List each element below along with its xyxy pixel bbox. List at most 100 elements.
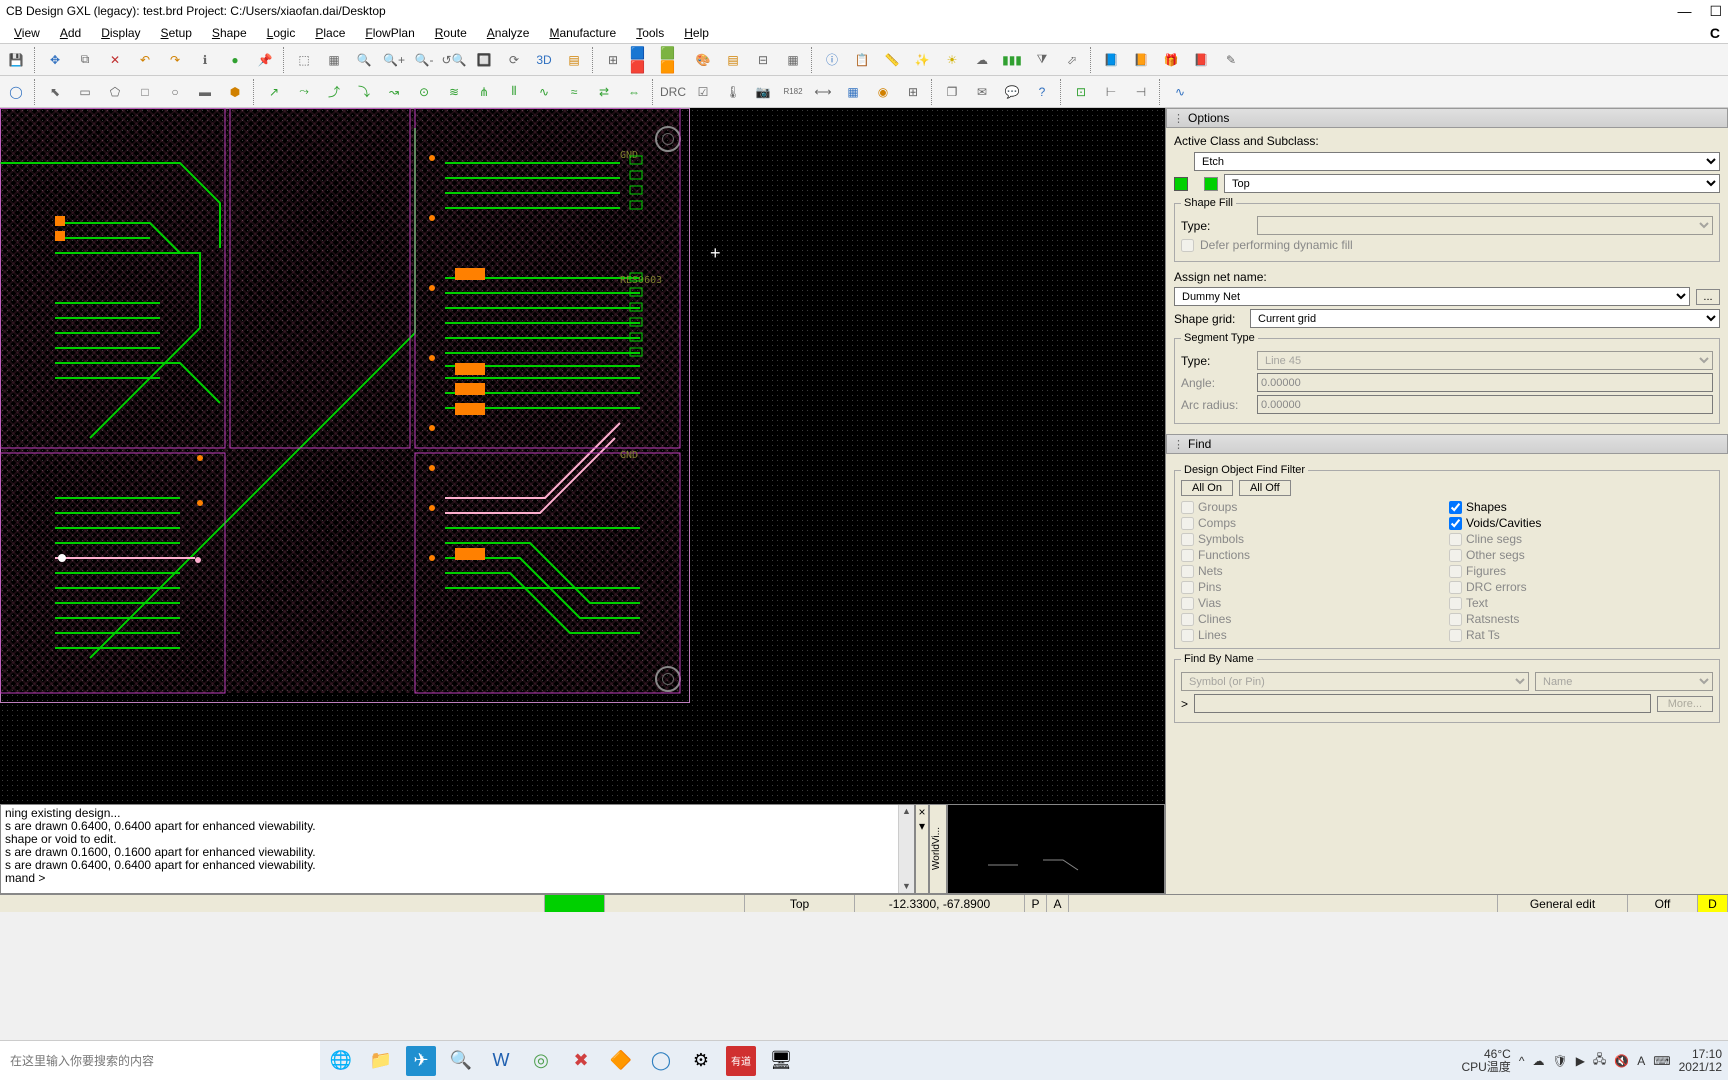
taskbar-browser-icon[interactable]: ◎ — [526, 1046, 556, 1076]
camera-icon[interactable]: 📷 — [749, 78, 777, 106]
options-panel-header[interactable]: Options — [1166, 108, 1728, 128]
taskbar-edge-icon[interactable]: 🌐 — [326, 1046, 356, 1076]
menu-flowplan[interactable]: FlowPlan — [355, 24, 424, 42]
subclass-color-swatch-2[interactable] — [1204, 177, 1218, 191]
zoom-in-icon[interactable]: 🔍+ — [380, 46, 408, 74]
windows-search-input[interactable]: 在这里输入你要搜索的内容 — [0, 1040, 320, 1080]
find-voids-checkbox[interactable] — [1449, 517, 1462, 530]
console-scrollbar[interactable] — [898, 805, 914, 893]
taskbar-search-icon[interactable]: 🔍 — [446, 1046, 476, 1076]
zoom-window-icon[interactable]: ⬚ — [290, 46, 318, 74]
cursor-icon[interactable]: ⬀ — [1058, 46, 1086, 74]
window-icon[interactable]: ❐ — [938, 78, 966, 106]
taskbar-app3-icon[interactable]: 🔶 — [606, 1046, 636, 1076]
menu-display[interactable]: Display — [91, 24, 150, 42]
mail-icon[interactable]: ✉ — [968, 78, 996, 106]
tray-app-icon[interactable]: ▶ — [1576, 1054, 1585, 1068]
view-3d-icon[interactable]: 3D — [530, 46, 558, 74]
route4-icon[interactable]: ⤵ — [350, 78, 378, 106]
diff-icon[interactable]: ≋ — [440, 78, 468, 106]
grid-icon[interactable]: ⊞ — [599, 46, 627, 74]
zoom-fit-icon[interactable]: ▦ — [320, 46, 348, 74]
circle2-icon[interactable]: ○ — [161, 78, 189, 106]
light-icon[interactable]: ☀ — [938, 46, 966, 74]
menu-help[interactable]: Help — [674, 24, 719, 42]
route5-icon[interactable]: ↝ — [380, 78, 408, 106]
taskbar-app1-icon[interactable]: ✈ — [406, 1046, 436, 1076]
tray-volume-icon[interactable]: 🔇 — [1614, 1054, 1629, 1068]
snap1-icon[interactable]: ⊢ — [1097, 78, 1125, 106]
tray-onedrive-icon[interactable]: ☁ — [1532, 1054, 1544, 1068]
book3-icon[interactable]: 📕 — [1187, 46, 1215, 74]
taskbar-explorer-icon[interactable]: 📁 — [366, 1046, 396, 1076]
shape-circle-icon[interactable]: ◯ — [2, 78, 30, 106]
menu-view[interactable]: View — [4, 24, 50, 42]
menu-setup[interactable]: Setup — [151, 24, 202, 42]
menu-shape[interactable]: Shape — [202, 24, 257, 42]
help-icon[interactable]: ? — [1028, 78, 1056, 106]
square-icon[interactable]: □ — [131, 78, 159, 106]
cm-icon[interactable]: ▦ — [779, 46, 807, 74]
move-icon[interactable]: ✥ — [41, 46, 69, 74]
pcb-canvas[interactable]: + — [0, 108, 1165, 804]
xsection-icon[interactable]: ▤ — [719, 46, 747, 74]
route3-icon[interactable]: ⤴ — [320, 78, 348, 106]
menu-place[interactable]: Place — [305, 24, 355, 42]
zoom-out-icon[interactable]: 🔍- — [410, 46, 438, 74]
rect-shape-icon[interactable]: ▭ — [71, 78, 99, 106]
slide-icon[interactable]: ⇄ — [590, 78, 618, 106]
constraint-icon[interactable]: ⊟ — [749, 46, 777, 74]
book1-icon[interactable]: 📘 — [1097, 46, 1125, 74]
status-drc[interactable]: Off — [1628, 895, 1698, 912]
maximize-button[interactable]: ☐ — [1709, 3, 1722, 20]
copy-icon[interactable]: ⧉ — [71, 46, 99, 74]
status-a[interactable]: A — [1047, 895, 1069, 912]
assign-net-select[interactable]: Dummy Net — [1174, 287, 1690, 306]
color-icon[interactable]: 🟦🟥 — [629, 46, 657, 74]
minimize-button[interactable]: — — [1677, 3, 1691, 20]
menu-manufacture[interactable]: Manufacture — [539, 24, 626, 42]
all-on-button[interactable]: All On — [1181, 480, 1233, 496]
delete-icon[interactable]: ✕ — [101, 46, 129, 74]
tray-shield-icon[interactable]: 🛡 — [1552, 1054, 1567, 1068]
tray-ime-icon[interactable]: A — [1637, 1054, 1645, 1068]
redraw-icon[interactable]: ⟳ — [500, 46, 528, 74]
funnel-icon[interactable]: ⧩ — [1028, 46, 1056, 74]
pad-icon[interactable]: ▬ — [191, 78, 219, 106]
subclass-color-swatch[interactable] — [1174, 177, 1188, 191]
gloss-icon[interactable]: ≈ — [560, 78, 588, 106]
fanout-icon[interactable]: ⋔ — [470, 78, 498, 106]
taskbar-app6-icon[interactable]: 有道 — [726, 1046, 756, 1076]
hilite-icon[interactable]: ● — [221, 46, 249, 74]
zoom-sel-icon[interactable]: 🔲 — [470, 46, 498, 74]
scope-icon[interactable]: ⊡ — [1067, 78, 1095, 106]
assign-net-browse-button[interactable]: ... — [1696, 289, 1720, 305]
tray-network-icon[interactable]: 🖧 — [1593, 1050, 1606, 1071]
worldview-pin-icon[interactable]: ▾ — [919, 819, 925, 833]
taskbar-app7-icon[interactable]: 🖥 — [766, 1046, 796, 1076]
tray-keyboard-icon[interactable]: ⌨ — [1653, 1054, 1670, 1068]
taskbar-word-icon[interactable]: W — [486, 1046, 516, 1076]
taskbar-app4-icon[interactable]: ◯ — [646, 1046, 676, 1076]
drc-icon[interactable]: DRC — [659, 78, 687, 106]
undo-icon[interactable]: ↶ — [131, 46, 159, 74]
zoom-prev-icon[interactable]: ↺🔍 — [440, 46, 468, 74]
report-icon[interactable]: 📋 — [848, 46, 876, 74]
status-p[interactable]: P — [1025, 895, 1047, 912]
shape-grid-select[interactable]: Current grid — [1250, 309, 1720, 328]
via-icon[interactable]: ⊙ — [410, 78, 438, 106]
gift-icon[interactable]: 🎁 — [1157, 46, 1185, 74]
worldview-close-icon[interactable]: × — [918, 805, 925, 819]
route2-icon[interactable]: ⤳ — [290, 78, 318, 106]
spread-icon[interactable]: ⇔ — [620, 78, 648, 106]
command-console[interactable]: ning existing design... s are drawn 0.64… — [0, 804, 915, 894]
chat-icon[interactable]: 💬 — [998, 78, 1026, 106]
chip-icon[interactable]: ▦ — [839, 78, 867, 106]
place-comp-icon[interactable]: ⬢ — [221, 78, 249, 106]
prop-icon[interactable]: ℹ — [191, 46, 219, 74]
menu-add[interactable]: Add — [50, 24, 91, 42]
measure-icon[interactable]: 📏 — [878, 46, 906, 74]
taskbar-app2-icon[interactable]: ✖ — [566, 1046, 596, 1076]
tray-chevron-icon[interactable]: ^ — [1519, 1054, 1525, 1068]
highlight-icon[interactable]: ✨ — [908, 46, 936, 74]
